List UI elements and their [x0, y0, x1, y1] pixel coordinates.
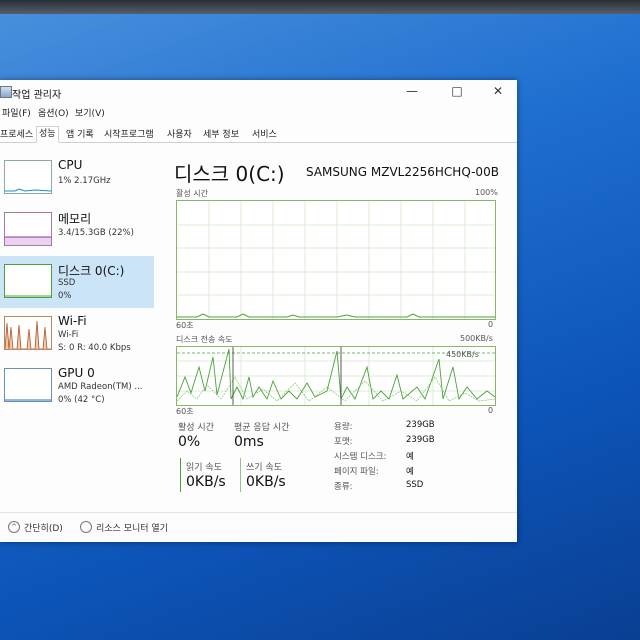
task-manager-icon: [0, 86, 12, 98]
property-key: 종류:: [334, 482, 353, 492]
resource-monitor-link[interactable]: 리소스 모니터 열기: [96, 521, 168, 534]
gpu-thumbnail: [4, 368, 52, 402]
sidebar-item-cpu[interactable]: CPU 1% 2.17GHz: [0, 152, 154, 204]
property-key: 용량:: [334, 422, 353, 432]
resource-monitor-icon: [80, 521, 92, 533]
transfer-graph-label: 디스크 전송 속도: [176, 335, 233, 344]
collapse-link[interactable]: 간단히(D): [24, 521, 63, 534]
sidebar-item-label: CPU: [58, 158, 83, 172]
sidebar-item-sub: AMD Radeon(TM) ...: [58, 382, 143, 392]
property-key: 포맷:: [334, 437, 353, 447]
menu-file[interactable]: 파일(F): [2, 106, 31, 119]
active-time-label: 활성 시간: [178, 423, 214, 433]
tab-strip: 프로세스 성능 앱 기록 시작프로그램 사용자 세부 정보 서비스: [0, 126, 517, 143]
active-time-value: 0%: [178, 434, 201, 450]
menu-options[interactable]: 옵션(O): [38, 106, 69, 119]
transfer-graph-mid: 450KB/s: [446, 350, 479, 359]
sidebar-item-sub: 3.4/15.3GB (22%): [58, 228, 134, 238]
write-speed-label: 쓰기 속도: [246, 463, 282, 473]
sidebar-item-sub2: 0% (42 °C): [58, 395, 105, 405]
read-speed-marker: [180, 458, 181, 492]
property-key: 시스템 디스크:: [334, 452, 387, 462]
resource-sidebar: CPU 1% 2.17GHz 메모리 3.4/15.3GB (22%) 디스크 …: [0, 152, 156, 424]
write-speed-marker: [240, 458, 241, 492]
tab-performance[interactable]: 성능: [36, 126, 59, 143]
sidebar-item-gpu[interactable]: GPU 0 AMD Radeon(TM) ... 0% (42 °C): [0, 360, 154, 412]
task-manager-window: 작업 관리자 — □ ✕ 파일(F) 옵션(O) 보기(V) 프로세스 성능 앱…: [0, 80, 517, 542]
active-time-graph-label: 활성 시간: [176, 189, 208, 198]
minimize-button[interactable]: —: [397, 81, 427, 101]
sidebar-item-label: Wi-Fi: [58, 314, 87, 328]
memory-thumbnail: [4, 212, 52, 246]
tab-users[interactable]: 사용자: [167, 127, 192, 140]
tab-processes[interactable]: 프로세스: [0, 127, 33, 140]
transfer-graph-xmin: 0: [488, 406, 494, 415]
property-value: 239GB: [406, 435, 435, 445]
active-time-graph-xlabel: 60초: [176, 321, 194, 330]
tab-app-history[interactable]: 앱 기록: [66, 127, 94, 140]
active-time-graph-max: 100%: [475, 188, 498, 197]
maximize-button[interactable]: □: [442, 81, 472, 101]
transfer-graph-xlabel: 60초: [176, 407, 194, 416]
read-speed-value: 0KB/s: [186, 474, 226, 490]
cpu-thumbnail: [4, 160, 52, 194]
property-value: 예: [406, 467, 414, 477]
tab-startup[interactable]: 시작프로그램: [104, 127, 154, 140]
chevron-up-icon[interactable]: ^: [8, 521, 20, 533]
property-key: 페이지 파일:: [334, 467, 379, 477]
sidebar-item-disk[interactable]: 디스크 0(C:) SSD 0%: [0, 256, 154, 308]
write-speed-value: 0KB/s: [246, 474, 286, 490]
tab-services[interactable]: 서비스: [252, 127, 277, 140]
sidebar-item-sub: 1% 2.17GHz: [58, 176, 111, 186]
close-button[interactable]: ✕: [483, 81, 513, 101]
title-bar[interactable]: 작업 관리자 — □ ✕: [0, 80, 517, 102]
disk-thumbnail: [4, 264, 52, 298]
property-value: 239GB: [406, 420, 435, 430]
avg-response-value: 0ms: [234, 434, 264, 450]
sidebar-item-sub: SSD: [58, 278, 76, 288]
avg-response-label: 평균 응답 시간: [234, 423, 290, 433]
menu-view[interactable]: 보기(V): [75, 106, 105, 119]
sidebar-item-label: 메모리: [58, 212, 92, 226]
sidebar-item-wifi[interactable]: Wi-Fi Wi-Fi S: 0 R: 40.0 Kbps: [0, 308, 154, 360]
read-speed-label: 읽기 속도: [186, 463, 222, 473]
disk-model: SAMSUNG MZVL2256HCHQ-00B: [306, 165, 499, 179]
window-title: 작업 관리자: [12, 90, 62, 101]
transfer-graph-max: 500KB/s: [460, 334, 493, 343]
sidebar-item-memory[interactable]: 메모리 3.4/15.3GB (22%): [0, 204, 154, 256]
active-time-graph: [176, 200, 496, 320]
wifi-thumbnail: [4, 316, 52, 350]
sidebar-item-label: 디스크 0(C:): [58, 264, 125, 278]
footer-bar: ^ 간단히(D) 리소스 모니터 열기: [0, 512, 517, 541]
active-time-graph-xmin: 0: [488, 320, 494, 329]
page-title: 디스크 0(C:): [174, 162, 285, 186]
property-value: 예: [406, 452, 414, 462]
sidebar-item-sub2: S: 0 R: 40.0 Kbps: [58, 343, 131, 353]
tab-details[interactable]: 세부 정보: [203, 127, 239, 140]
disk-detail-panel: 디스크 0(C:) SAMSUNG MZVL2256HCHQ-00B 활성 시간…: [164, 152, 509, 532]
monitor-bezel: [0, 0, 640, 14]
sidebar-item-sub: Wi-Fi: [58, 330, 79, 340]
property-value: SSD: [406, 480, 424, 490]
sidebar-item-sub2: 0%: [58, 291, 72, 301]
sidebar-item-label: GPU 0: [58, 366, 95, 380]
